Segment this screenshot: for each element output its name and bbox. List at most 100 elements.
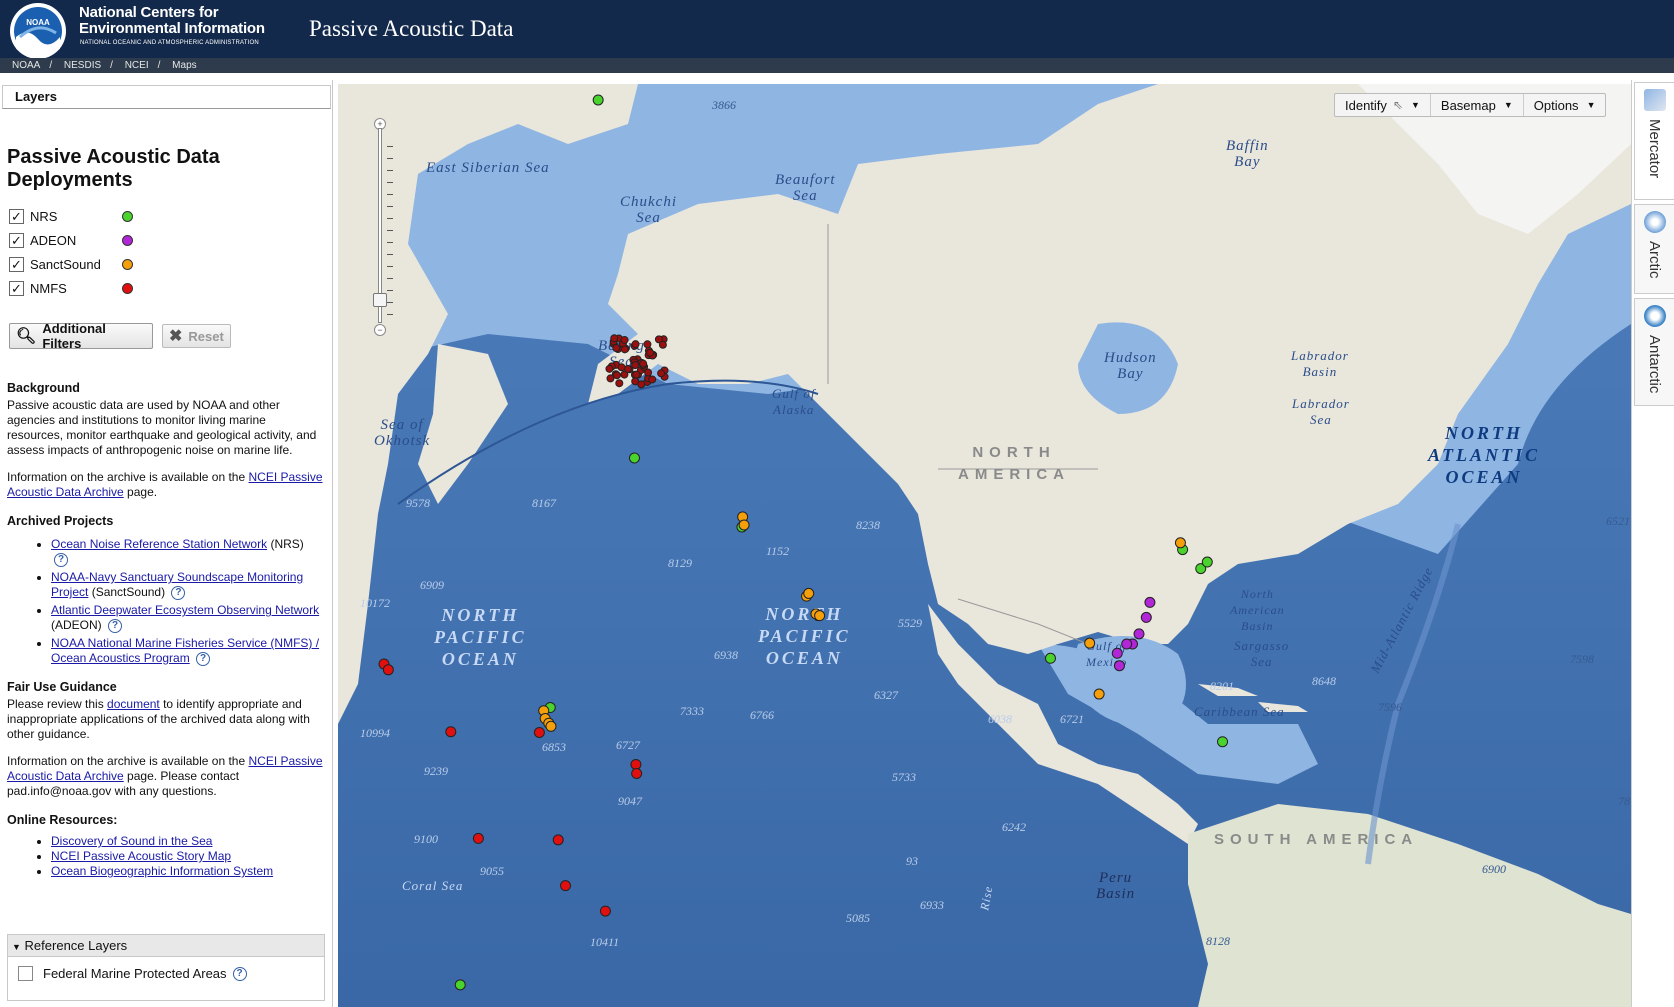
sanctsound-marker[interactable] — [1174, 537, 1186, 549]
breadcrumb-noaa[interactable]: NOAA — [12, 60, 40, 71]
antarctic-globe-icon — [1643, 305, 1666, 327]
sanctsound-marker[interactable] — [803, 587, 815, 599]
nmfs-marker[interactable] — [643, 340, 652, 349]
nmfs-marker[interactable] — [658, 340, 667, 349]
breadcrumb-ncei[interactable]: NCEI — [125, 60, 149, 71]
nrs-marker[interactable] — [628, 452, 640, 464]
zoom-handle[interactable] — [373, 293, 387, 307]
map-canvas[interactable]: East Siberian Sea Chukchi Sea Beaufort S… — [338, 84, 1631, 1007]
adeon-marker[interactable] — [1144, 596, 1156, 608]
chevron-down-icon: ▼ — [1410, 100, 1420, 110]
nmfs-marker[interactable] — [646, 348, 655, 357]
mpa-checkbox[interactable] — [18, 966, 33, 981]
breadcrumb-nesdis[interactable]: NESDIS — [64, 60, 101, 71]
nmfs-marker[interactable] — [560, 880, 571, 892]
help-icon[interactable]: ? — [232, 966, 247, 981]
chevron-down-icon: ▼ — [1586, 100, 1596, 110]
zoom-slider[interactable]: + − — [373, 118, 393, 336]
tab-mercator[interactable]: Mercator — [1634, 82, 1674, 200]
nrs-checkbox[interactable]: ✓ — [9, 208, 24, 224]
fair-use-document-link[interactable]: document — [107, 697, 160, 711]
nmfs-checkbox[interactable]: ✓ — [9, 280, 24, 296]
list-item: Ocean Biogeographic Information System — [51, 864, 323, 879]
nrs-project-link[interactable]: Ocean Noise Reference Station Network — [51, 537, 267, 551]
help-icon[interactable]: ? — [196, 651, 211, 666]
tab-arctic[interactable]: Arctic — [1634, 204, 1674, 294]
layer-row-nrs[interactable]: ✓ NRS — [9, 207, 133, 225]
nmfs-project-link[interactable]: NOAA National Marine Fisheries Service (… — [51, 636, 319, 665]
nmfs-marker[interactable] — [612, 344, 621, 353]
nmfs-marker[interactable] — [631, 361, 640, 370]
nrs-marker[interactable] — [1044, 652, 1056, 664]
tab-antarctic[interactable]: Antarctic — [1634, 298, 1674, 406]
reset-button[interactable]: ✖ Reset — [162, 324, 231, 348]
nmfs-marker[interactable] — [637, 380, 646, 389]
help-icon[interactable]: ? — [54, 552, 68, 567]
nmfs-marker[interactable] — [615, 379, 624, 388]
nmfs-marker[interactable] — [610, 334, 619, 343]
nrs-marker[interactable] — [592, 94, 604, 106]
nrs-marker[interactable] — [1217, 736, 1229, 748]
identify-tool[interactable]: Identify ⇖ ▼ — [1335, 94, 1431, 116]
sanctsound-marker[interactable] — [738, 519, 750, 531]
nmfs-marker[interactable] — [630, 758, 642, 770]
nmfs-marker[interactable] — [472, 832, 484, 844]
reference-layer-row[interactable]: Federal Marine Protected Areas ? — [8, 957, 324, 990]
nmfs-marker[interactable] — [657, 369, 666, 378]
nmfs-marker[interactable] — [632, 370, 641, 379]
noaa-logo[interactable]: NOAA — [10, 3, 66, 59]
adeon-marker[interactable] — [1111, 647, 1123, 659]
nmfs-marker[interactable] — [631, 767, 643, 779]
tab-label: Arctic — [1646, 241, 1663, 279]
nrs-marker[interactable] — [454, 979, 466, 991]
nmfs-marker[interactable] — [648, 375, 657, 384]
deployment-markers[interactable] — [338, 84, 1631, 1007]
help-icon[interactable]: ? — [171, 585, 186, 600]
nmfs-marker[interactable] — [605, 364, 614, 373]
nrs-marker[interactable] — [1201, 556, 1213, 568]
resource-link[interactable]: Ocean Biogeographic Information System — [51, 864, 273, 878]
close-icon: ✖ — [169, 328, 183, 345]
layer-row-sanctsound[interactable]: ✓ SanctSound — [9, 255, 133, 273]
nmfs-marker[interactable] — [612, 371, 621, 380]
nmfs-marker[interactable] — [382, 664, 394, 676]
nmfs-marker[interactable] — [620, 345, 629, 354]
resource-link[interactable]: Discovery of Sound in the Sea — [51, 834, 212, 848]
nmfs-marker[interactable] — [617, 363, 626, 372]
resource-link[interactable]: NCEI Passive Acoustic Story Map — [51, 849, 231, 863]
adeon-marker[interactable] — [1113, 660, 1125, 672]
adeon-project-link[interactable]: Atlantic Deepwater Ecosystem Observing N… — [51, 603, 319, 617]
adeon-checkbox[interactable]: ✓ — [9, 232, 24, 248]
layer-row-adeon[interactable]: ✓ ADEON — [9, 231, 133, 249]
sanctsound-marker[interactable] — [814, 610, 826, 622]
adeon-marker[interactable] — [1140, 611, 1152, 623]
sanctsound-marker[interactable] — [1093, 688, 1105, 700]
legend-dot-nmfs — [122, 282, 133, 294]
nmfs-marker[interactable] — [631, 340, 640, 349]
triangle-down-icon: ▼ — [12, 942, 21, 952]
nmfs-marker[interactable] — [639, 359, 648, 368]
nmfs-marker[interactable] — [552, 834, 564, 846]
tab-label: Antarctic — [1646, 335, 1663, 394]
zoom-out-icon[interactable]: − — [374, 324, 386, 336]
layers-tab[interactable]: Layers — [2, 85, 331, 109]
breadcrumb-maps[interactable]: Maps — [172, 60, 196, 71]
additional-filters-button[interactable]: 🔍︎ Additional Filters — [9, 321, 153, 351]
sanctsound-checkbox[interactable]: ✓ — [9, 256, 24, 272]
sanctsound-marker[interactable] — [1084, 637, 1096, 649]
adeon-marker[interactable] — [1133, 628, 1145, 640]
help-icon[interactable]: ? — [108, 618, 123, 633]
nmfs-marker[interactable] — [599, 905, 611, 917]
layer-label: NMFS — [30, 280, 67, 296]
nmfs-marker[interactable] — [620, 335, 629, 344]
adeon-marker[interactable] — [1121, 638, 1133, 650]
reference-layers-header[interactable]: ▼ Reference Layers — [8, 935, 324, 957]
options-dropdown[interactable]: Options ▼ — [1524, 94, 1606, 116]
basemap-dropdown[interactable]: Basemap ▼ — [1431, 94, 1524, 116]
projects-list: Ocean Noise Reference Station Network (N… — [7, 537, 323, 666]
sanctsound-marker[interactable] — [545, 720, 557, 732]
layer-row-nmfs[interactable]: ✓ NMFS — [9, 279, 133, 297]
nmfs-marker[interactable] — [445, 726, 457, 738]
nmfs-marker[interactable] — [606, 374, 615, 383]
nmfs-marker[interactable] — [533, 726, 545, 738]
